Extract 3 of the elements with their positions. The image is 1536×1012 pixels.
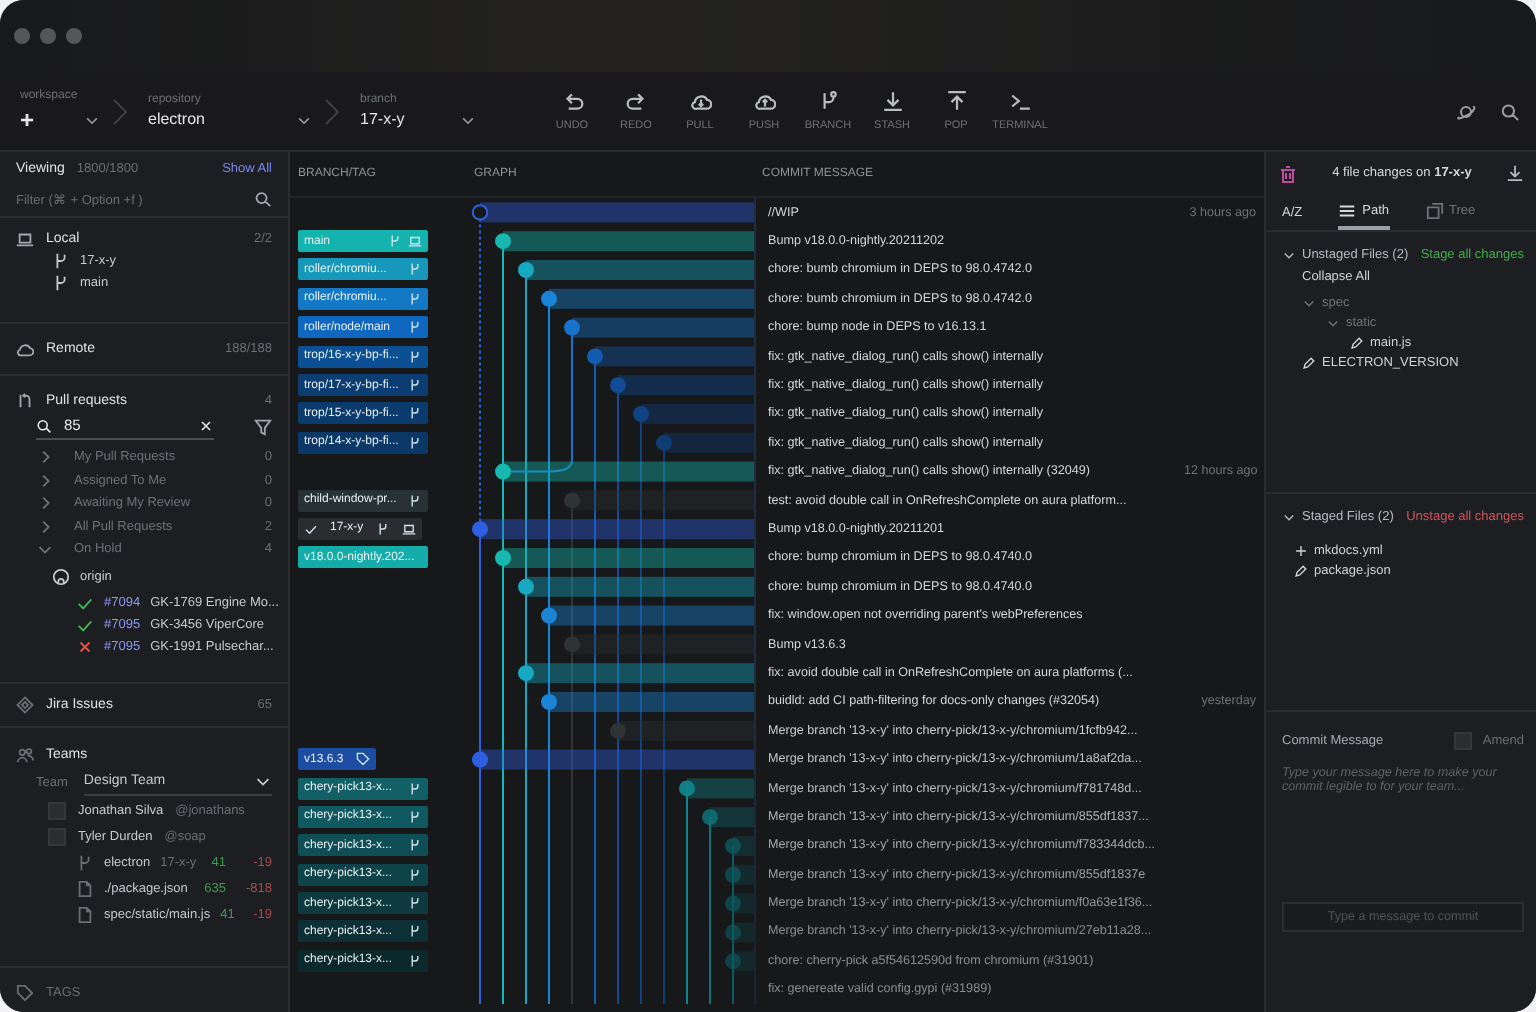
workspace-picker[interactable]: + [20, 105, 35, 133]
repository-picker[interactable]: electron [148, 110, 205, 128]
branch-picker[interactable]: 17-x-y [360, 110, 405, 128]
